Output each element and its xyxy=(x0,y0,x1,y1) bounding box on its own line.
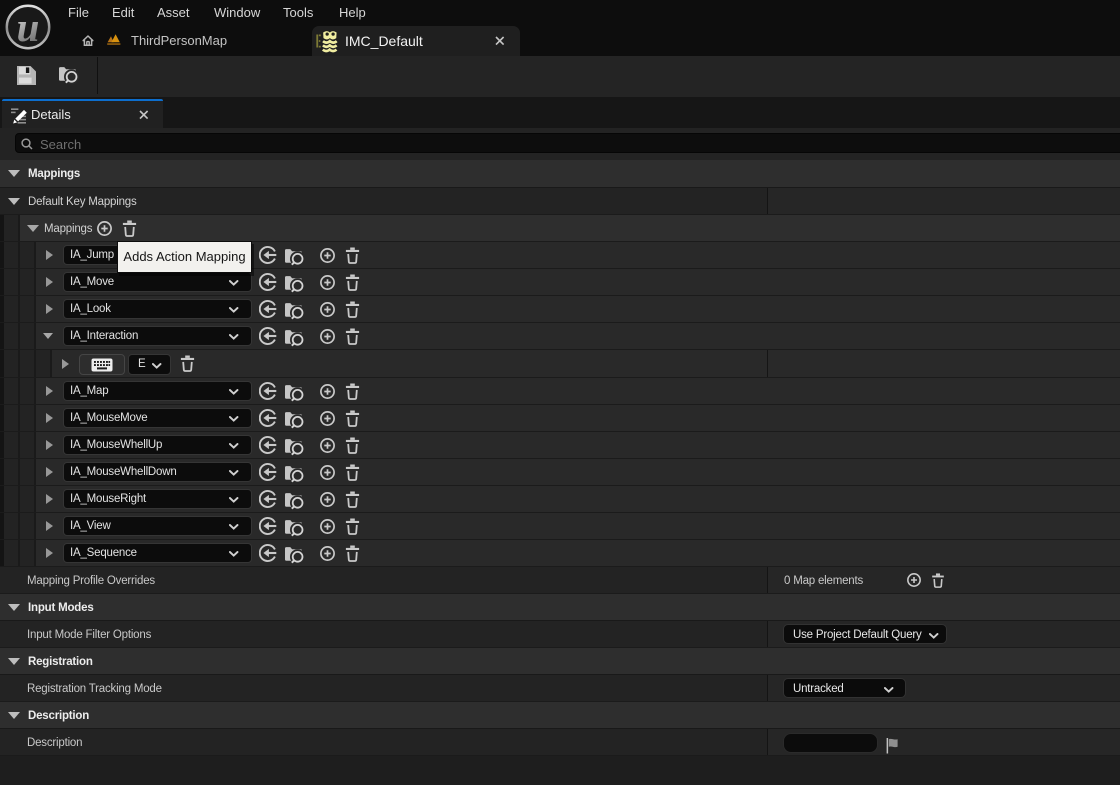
svg-text:u: u xyxy=(17,4,40,50)
